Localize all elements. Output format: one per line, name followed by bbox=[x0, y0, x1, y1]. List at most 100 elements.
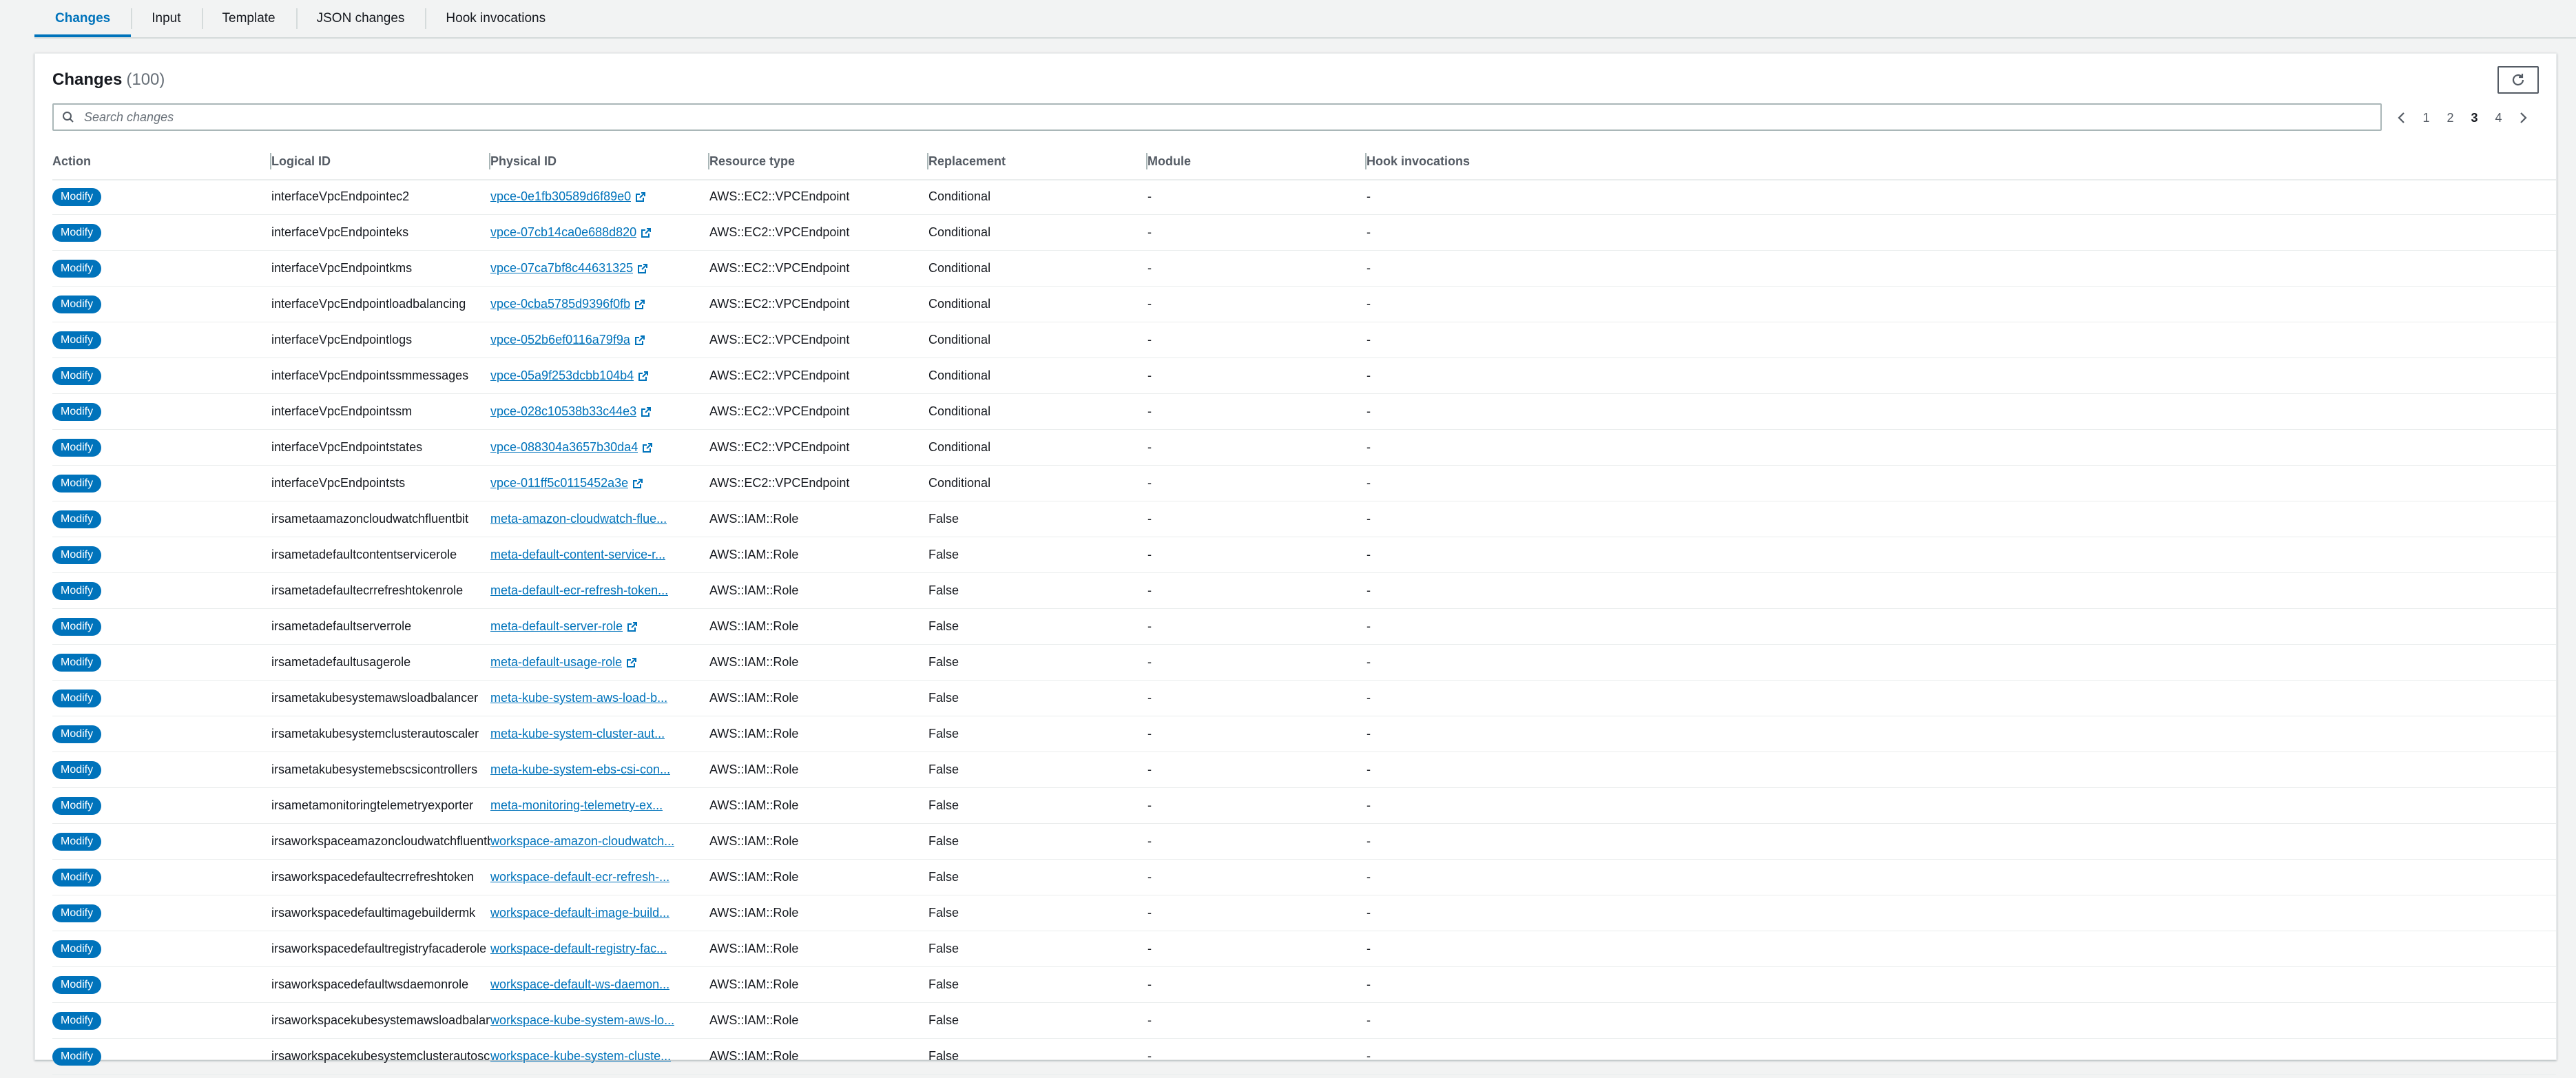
table-row: Modify irsaworkspacekubesystemclusterauto… bbox=[52, 1039, 2556, 1075]
table-row: Modify irsaworkspaceamazoncloudwatchfluen… bbox=[52, 824, 2556, 860]
physical-id-link[interactable]: vpce-0e1fb30589d6f89e0 bbox=[490, 189, 646, 204]
physical-id-link[interactable]: workspace-kube-system-aws-lo... bbox=[490, 1013, 674, 1028]
physical-id-link[interactable]: vpce-07cb14ca0e688d820 bbox=[490, 225, 652, 240]
pagination: 1 2 3 4 bbox=[2389, 106, 2535, 129]
physical-id-text: vpce-088304a3657b30da4 bbox=[490, 440, 638, 454]
module-cell: - bbox=[1147, 1049, 1152, 1063]
physical-id-link[interactable]: meta-monitoring-telemetry-ex... bbox=[490, 798, 663, 813]
tab-hook-invocations[interactable]: Hook invocations bbox=[425, 0, 566, 37]
physical-id-link[interactable]: vpce-05a9f253dcbb104b4 bbox=[490, 369, 649, 383]
page-button-3[interactable]: 3 bbox=[2462, 106, 2486, 129]
physical-id-link[interactable]: vpce-0cba5785d9396f0fb bbox=[490, 297, 645, 311]
table-row: Modify irsametaamazoncloudwatchfluentbit m… bbox=[52, 501, 2556, 537]
resource-type-cell: AWS::EC2::VPCEndpoint bbox=[709, 333, 850, 346]
external-link-icon bbox=[626, 657, 637, 668]
action-cell: Modify bbox=[52, 581, 271, 600]
logical-id-cell: irsaworkspacedefaultwsdaemonrole bbox=[271, 977, 469, 991]
next-page-button[interactable] bbox=[2511, 106, 2535, 129]
page-button-1[interactable]: 1 bbox=[2414, 106, 2438, 129]
physical-id-cell: vpce-0cba5785d9396f0fb bbox=[490, 297, 709, 311]
physical-id-link[interactable]: meta-amazon-cloudwatch-flue... bbox=[490, 512, 667, 526]
physical-id-cell: meta-kube-system-aws-load-b... bbox=[490, 691, 709, 705]
tab-changes[interactable]: Changes bbox=[34, 0, 132, 37]
resource-type-cell: AWS::EC2::VPCEndpoint bbox=[709, 261, 850, 275]
physical-id-cell: meta-default-ecr-refresh-token... bbox=[490, 583, 709, 598]
physical-id-link[interactable]: workspace-default-ecr-refresh-... bbox=[490, 870, 669, 884]
resource-type-cell: AWS::IAM::Role bbox=[709, 977, 799, 991]
physical-id-link[interactable]: workspace-amazon-cloudwatch... bbox=[490, 834, 674, 849]
hook-invocations-cell: - bbox=[1367, 189, 1371, 203]
table-row: Modify irsametakubesystemebscsicontroller… bbox=[52, 752, 2556, 788]
column-header-logical-id[interactable]: Logical ID bbox=[271, 143, 490, 179]
physical-id-text: meta-default-server-role bbox=[490, 619, 623, 633]
tab-input[interactable]: Input bbox=[131, 0, 201, 37]
column-header-hook-invocations[interactable]: Hook invocations bbox=[1367, 143, 1586, 179]
column-header-resource-type[interactable]: Resource type bbox=[709, 143, 928, 179]
physical-id-link[interactable]: meta-kube-system-cluster-aut... bbox=[490, 727, 665, 741]
physical-id-link[interactable]: meta-default-ecr-refresh-token... bbox=[490, 583, 668, 598]
physical-id-link[interactable]: vpce-028c10538b33c44e3 bbox=[490, 404, 652, 419]
physical-id-link[interactable]: meta-kube-system-ebs-csi-con... bbox=[490, 763, 670, 777]
column-header-action[interactable]: Action bbox=[52, 143, 271, 179]
page-button-4[interactable]: 4 bbox=[2486, 106, 2511, 129]
action-cell: Modify bbox=[52, 1047, 271, 1066]
module-cell: - bbox=[1147, 870, 1152, 884]
search-input[interactable] bbox=[83, 109, 2380, 125]
action-badge: Modify bbox=[52, 975, 102, 994]
panel-title-text: Changes bbox=[52, 70, 123, 89]
table-row: Modify irsametakubesystemclusterautoscale… bbox=[52, 716, 2556, 752]
logical-id-cell: interfaceVpcEndpointkms bbox=[271, 261, 413, 275]
resource-type-cell: AWS::EC2::VPCEndpoint bbox=[709, 297, 850, 311]
replacement-cell: False bbox=[928, 906, 959, 920]
physical-id-link[interactable]: workspace-kube-system-cluste... bbox=[490, 1049, 671, 1064]
tab-template[interactable]: Template bbox=[201, 0, 296, 37]
physical-id-link[interactable]: workspace-default-image-build... bbox=[490, 906, 669, 920]
resource-type-cell: AWS::IAM::Role bbox=[709, 583, 799, 597]
hook-invocations-cell: - bbox=[1367, 834, 1371, 848]
physical-id-text: workspace-default-registry-fac... bbox=[490, 942, 667, 955]
table-row: Modify irsametakubesystemawsloadbalancer m… bbox=[52, 681, 2556, 716]
column-header-physical-id[interactable]: Physical ID bbox=[490, 143, 709, 179]
physical-id-link[interactable]: vpce-052b6ef0116a79f9a bbox=[490, 333, 645, 347]
hook-invocations-cell: - bbox=[1367, 798, 1371, 812]
physical-id-text: workspace-kube-system-aws-lo... bbox=[490, 1013, 675, 1027]
logical-id-cell: interfaceVpcEndpointssmmessages bbox=[271, 369, 469, 382]
action-badge: Modify bbox=[52, 689, 102, 707]
physical-id-link[interactable]: meta-default-usage-role bbox=[490, 655, 637, 670]
resource-type-cell: AWS::IAM::Role bbox=[709, 691, 799, 705]
tab-json-changes[interactable]: JSON changes bbox=[295, 0, 426, 37]
table-row: Modify irsametadefaultusagerole meta-defau… bbox=[52, 645, 2556, 681]
replacement-cell: Conditional bbox=[928, 333, 991, 346]
refresh-button[interactable] bbox=[2497, 66, 2539, 94]
action-badge: Modify bbox=[52, 223, 102, 242]
page-button-2[interactable]: 2 bbox=[2438, 106, 2462, 129]
physical-id-link[interactable]: meta-default-content-service-r... bbox=[490, 548, 665, 562]
table-row: Modify irsaworkspacedefaultecrrefreshtoke… bbox=[52, 860, 2556, 895]
physical-id-link[interactable]: workspace-default-registry-fac... bbox=[490, 942, 667, 956]
physical-id-link[interactable]: vpce-07ca7bf8c44631325 bbox=[490, 261, 648, 276]
physical-id-link[interactable]: meta-kube-system-aws-load-b... bbox=[490, 691, 667, 705]
logical-id-cell: interfaceVpcEndpointsts bbox=[271, 476, 406, 490]
action-cell: Modify bbox=[52, 546, 271, 564]
physical-id-link[interactable]: vpce-011ff5c0115452a3e bbox=[490, 476, 643, 490]
hook-invocations-cell: - bbox=[1367, 297, 1371, 311]
physical-id-cell: meta-monitoring-telemetry-ex... bbox=[490, 798, 709, 813]
hook-invocations-cell: - bbox=[1367, 333, 1371, 346]
action-badge: Modify bbox=[52, 366, 102, 385]
column-header-module[interactable]: Module bbox=[1147, 143, 1367, 179]
resource-type-cell: AWS::IAM::Role bbox=[709, 763, 799, 776]
module-cell: - bbox=[1147, 655, 1152, 669]
physical-id-cell: workspace-default-image-build... bbox=[490, 906, 709, 920]
physical-id-link[interactable]: meta-default-server-role bbox=[490, 619, 638, 634]
table-row: Modify interfaceVpcEndpointec2 vpce-0e1fb3… bbox=[52, 179, 2556, 215]
prev-page-button[interactable] bbox=[2389, 106, 2414, 129]
physical-id-link[interactable]: vpce-088304a3657b30da4 bbox=[490, 440, 653, 455]
module-cell: - bbox=[1147, 691, 1152, 705]
physical-id-text: workspace-default-ws-daemon... bbox=[490, 977, 670, 991]
table-row: Modify interfaceVpcEndpointlogs vpce-052b6… bbox=[52, 322, 2556, 358]
physical-id-link[interactable]: workspace-default-ws-daemon... bbox=[490, 977, 669, 992]
column-header-replacement[interactable]: Replacement bbox=[928, 143, 1147, 179]
physical-id-text: workspace-default-image-build... bbox=[490, 906, 670, 920]
search-box bbox=[52, 103, 2382, 131]
module-cell: - bbox=[1147, 763, 1152, 776]
